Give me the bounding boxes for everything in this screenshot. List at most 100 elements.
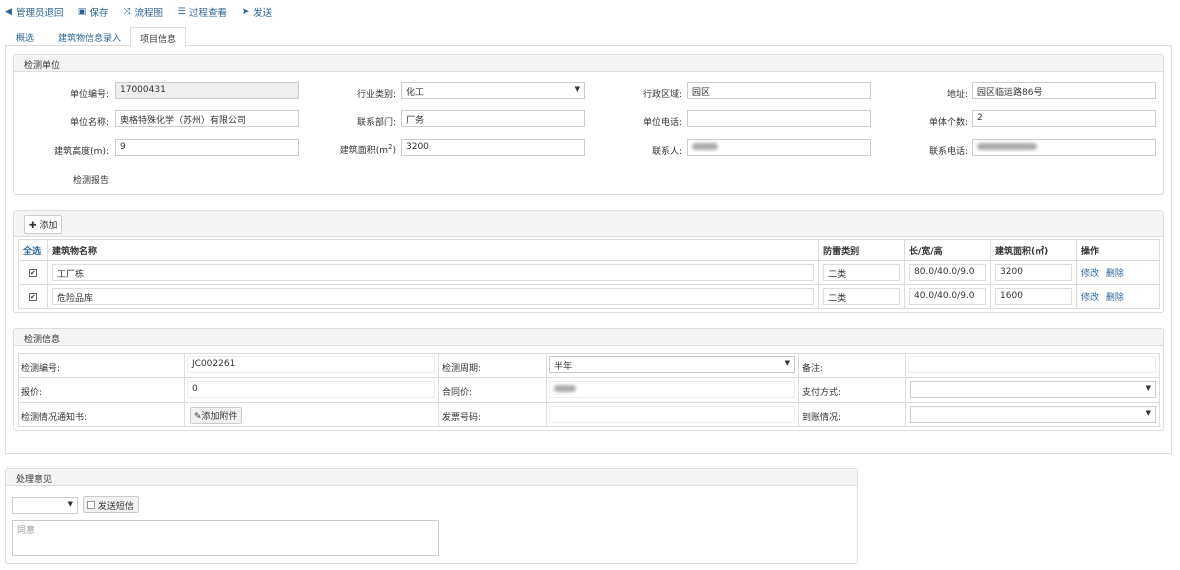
process-view-button[interactable]: ☰ 过程查看 — [177, 5, 228, 19]
chevron-down-icon: ▼ — [784, 359, 790, 367]
col-building-name: 建筑物名称 — [46, 239, 820, 261]
unit-no-field: 17000431 — [115, 82, 299, 99]
area-cell-field[interactable]: 3200 — [995, 264, 1072, 281]
unit-name-label: 单位名称: — [69, 118, 109, 128]
invoice-field[interactable] — [549, 406, 795, 423]
pay-label: 支付方式: — [802, 388, 842, 398]
edit-link[interactable]: 修改 — [1081, 269, 1099, 279]
delete-link[interactable]: 删除 — [1106, 293, 1124, 303]
inspect-panel-title: 检测信息 — [14, 329, 1163, 346]
industry-select[interactable]: 化工 ▼ — [401, 82, 585, 99]
dims-field[interactable]: 80.0/40.0/9.0 — [909, 264, 987, 281]
row-divider — [18, 402, 1160, 403]
send-icon: ➤ — [241, 7, 250, 17]
chevron-down-icon: ▼ — [67, 500, 73, 508]
remark-label: 备注: — [802, 364, 824, 374]
arrival-select[interactable]: ▼ — [910, 406, 1156, 423]
row-checkbox[interactable]: ✔ — [28, 292, 37, 301]
sms-checkbox[interactable] — [87, 501, 95, 509]
dept-field[interactable]: 厂务 — [401, 110, 585, 127]
attach-button[interactable]: ✎添加附件 — [190, 407, 242, 424]
area-field[interactable]: 3200 — [401, 139, 585, 156]
row-divider — [18, 377, 1160, 378]
redacted-phone — [977, 143, 1037, 150]
redacted-contact — [692, 143, 718, 150]
region-field[interactable]: 园区 — [687, 82, 871, 99]
table-header-row: 全选 建筑物名称 防雷类别 长/宽/高 建筑面积(㎡) 操作 — [18, 239, 1160, 261]
contract-field[interactable] — [549, 381, 795, 398]
col-divider — [184, 353, 185, 427]
row-checkbox[interactable]: ✔ — [28, 268, 37, 277]
invoice-label: 发票号码: — [442, 413, 482, 423]
report-label: 检测报告 — [73, 176, 110, 186]
cycle-select[interactable]: 半年 ▼ — [549, 356, 795, 373]
table-row: ✔ 工厂栋 二类 80.0/40.0/9.0 3200 修改 删除 — [18, 260, 1160, 285]
chevron-down-icon: ▼ — [574, 85, 580, 93]
col-area: 建筑面积(㎡) — [990, 239, 1077, 261]
building-name-field[interactable]: 工厂栋 — [51, 264, 815, 281]
sms-toggle[interactable]: 发送短信 — [83, 496, 139, 513]
tab-bar: 概选 建筑物信息录入 项目信息 — [5, 27, 1172, 47]
building-name-field[interactable]: 危险品库 — [51, 288, 815, 305]
address-field[interactable]: 园区临运路86号 — [972, 82, 1156, 99]
buildings-panel-header — [14, 211, 1163, 237]
opinion-select[interactable]: ▼ — [12, 497, 78, 514]
edit-link[interactable]: 修改 — [1081, 293, 1099, 303]
opinion-panel-title: 处理意见 — [6, 469, 857, 486]
unit-name-field[interactable]: 奥格特殊化学（苏州）有限公司 — [115, 110, 299, 127]
chevron-down-icon: ▼ — [1145, 384, 1151, 392]
phone-label: 单位电话: — [642, 118, 682, 128]
contact-label: 联系人: — [651, 147, 682, 157]
contract-label: 合同价: — [442, 388, 473, 398]
remark-field[interactable] — [908, 356, 1156, 373]
quote-field[interactable]: 0 — [187, 381, 435, 398]
notice-label: 检测情况通知书: — [21, 413, 88, 423]
unit-no-label: 单位编号: — [69, 90, 109, 100]
toolbar: ◀ 管理员退回 ▣ 保存 ⤨ 流程图 ☰ 过程查看 ➤ 发送 — [4, 5, 272, 19]
quote-label: 报价: — [21, 388, 43, 398]
tab-project-info[interactable]: 项目信息 — [130, 27, 187, 47]
send-button[interactable]: ➤ 发送 — [241, 5, 272, 19]
col-dimensions: 长/宽/高 — [904, 239, 992, 261]
area-cell-field[interactable]: 1600 — [995, 288, 1072, 305]
dept-label: 联系部门: — [356, 118, 396, 128]
plus-icon: ✚ — [29, 221, 37, 231]
shuffle-icon: ⤨ — [123, 7, 131, 17]
add-button[interactable]: ✚ 添加 — [24, 215, 63, 234]
address-label: 地址: — [946, 90, 968, 100]
dims-field[interactable]: 40.0/40.0/9.0 — [909, 288, 987, 305]
col-divider — [798, 353, 799, 427]
save-button[interactable]: ▣ 保存 — [78, 5, 109, 19]
contact-field[interactable] — [687, 139, 871, 156]
category-field[interactable]: 二类 — [823, 288, 901, 305]
tab-building-entry[interactable]: 建筑物信息录入 — [49, 27, 130, 46]
pay-select[interactable]: ▼ — [910, 381, 1156, 398]
industry-label: 行业类别: — [356, 90, 396, 100]
inspect-no-field[interactable]: JC002261 — [187, 356, 435, 373]
arrow-left-circle-icon: ◀ — [5, 7, 12, 17]
tab-overview[interactable]: 概选 — [7, 27, 43, 46]
height-field[interactable]: 9 — [115, 139, 299, 156]
col-divider — [546, 353, 547, 427]
back-button[interactable]: ◀ 管理员退回 — [4, 5, 63, 19]
col-lightning-category: 防雷类别 — [818, 239, 906, 261]
area-label: 建筑面积(m2) — [339, 143, 396, 156]
phone-field[interactable] — [687, 110, 871, 127]
flowchart-button[interactable]: ⤨ 流程图 — [123, 5, 163, 19]
count-field[interactable]: 2 — [972, 110, 1156, 127]
category-field[interactable]: 二类 — [823, 264, 901, 281]
cycle-label: 检测周期: — [442, 364, 482, 374]
contact-phone-field[interactable] — [972, 139, 1156, 156]
list-icon: ☰ — [177, 7, 186, 17]
buildings-table: 全选 建筑物名称 防雷类别 长/宽/高 建筑面积(㎡) 操作 ✔ 工厂栋 二类 … — [18, 239, 1160, 309]
select-all[interactable]: 全选 — [18, 239, 48, 261]
table-row: ✔ 危险品库 二类 40.0/40.0/9.0 1600 修改 删除 — [18, 284, 1160, 309]
contact-phone-label: 联系电话: — [928, 147, 968, 157]
col-divider — [905, 353, 906, 427]
unit-panel-title: 检测单位 — [14, 55, 1163, 72]
delete-link[interactable]: 删除 — [1106, 269, 1124, 279]
save-icon: ▣ — [77, 7, 87, 17]
count-label: 单体个数: — [928, 118, 968, 128]
opinion-textarea[interactable]: 同意 — [12, 520, 439, 556]
inspect-no-label: 检测编号: — [21, 364, 61, 374]
